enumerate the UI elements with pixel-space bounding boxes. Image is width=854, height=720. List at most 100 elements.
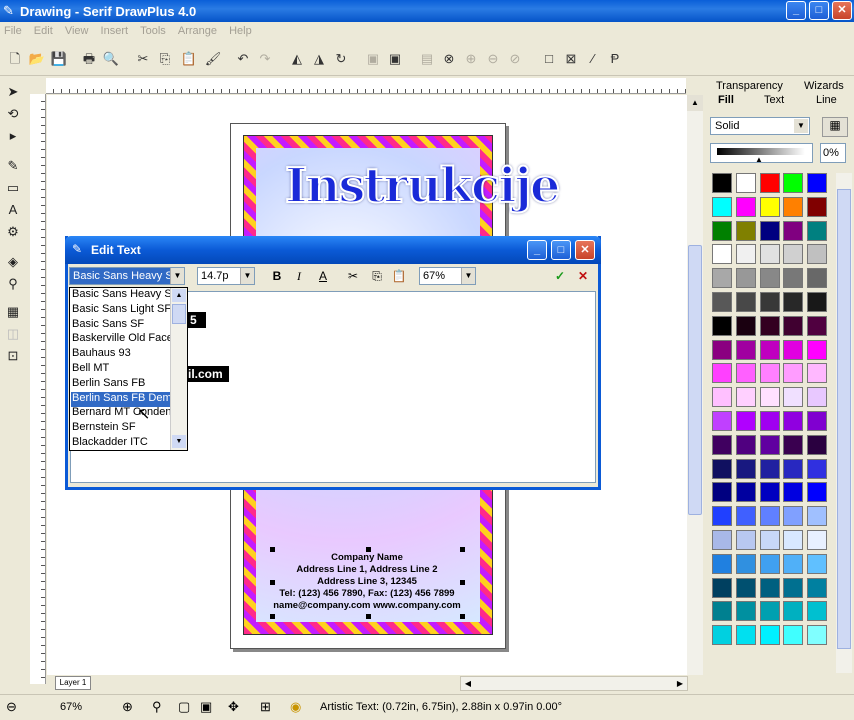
rotate-tool-icon[interactable]: ⟲ [3,104,23,124]
tab-line[interactable]: Line [816,94,837,106]
slider-handle-icon[interactable]: ▲ [755,155,763,164]
color-swatch[interactable] [783,434,804,455]
color-swatch[interactable] [712,482,732,503]
tab-wizards[interactable]: Wizards [804,80,844,92]
font-size-select[interactable]: 14.7p ▼ [197,267,255,285]
ungroup-icon[interactable]: ⊖ [484,50,502,68]
color-swatch[interactable] [783,339,804,360]
italic-icon[interactable]: I [290,267,308,285]
color-swatch[interactable] [783,244,804,265]
color-swatch[interactable] [712,434,732,455]
color-swatch[interactable] [759,244,780,265]
color-swatch[interactable] [807,268,828,289]
flip-vertical-icon[interactable]: ◮ [310,50,328,68]
color-swatch[interactable] [712,577,732,598]
envelope-tool-icon[interactable]: ◫ [3,324,23,344]
color-swatch[interactable] [759,387,780,408]
font-option-selected[interactable]: Berlin Sans FB Demi [71,392,171,407]
color-swatch[interactable] [783,506,804,527]
format-painter-icon[interactable]: 🖌 [204,50,222,68]
color-swatch[interactable] [783,173,804,193]
font-option[interactable]: Baskerville Old Face [71,332,171,347]
color-swatch[interactable] [735,173,756,193]
color-swatch[interactable] [783,529,804,550]
color-swatch[interactable] [712,220,732,241]
color-swatch[interactable] [735,244,756,265]
print-icon[interactable]: 🖶 [80,50,98,68]
font-option[interactable]: Basic Sans Heavy SF [71,288,171,303]
color-swatch[interactable] [712,625,732,646]
selection-handle[interactable] [366,614,371,619]
crop-icon[interactable]: ⊠ [562,50,580,68]
scroll-up-icon[interactable]: ▲ [172,289,186,302]
tint-percent[interactable]: 0% [820,143,846,163]
picture-tool-icon[interactable]: ▦ [3,302,23,322]
paste-icon[interactable]: 📋 [390,267,408,285]
color-swatch[interactable] [807,291,828,312]
color-swatch[interactable] [783,458,804,479]
color-swatch[interactable] [783,625,804,646]
group-icon[interactable]: ⊕ [462,50,480,68]
rectangle-icon[interactable]: □ [540,50,558,68]
color-swatch[interactable] [783,482,804,503]
color-swatch[interactable] [712,291,732,312]
text-path-icon[interactable]: Ᵽ [606,50,624,68]
preview-eye-icon[interactable]: ◉ [290,699,301,715]
font-option[interactable]: Bernstein SF [71,421,171,436]
selection-handle[interactable] [460,614,465,619]
color-swatch[interactable] [712,410,732,431]
color-swatch[interactable] [712,601,732,622]
copy-icon[interactable]: ⎘ [156,50,174,68]
menu-file[interactable]: File [0,22,27,37]
color-swatch[interactable] [783,220,804,241]
align-icon[interactable]: ▤ [418,50,436,68]
color-swatch[interactable] [783,387,804,408]
color-swatch[interactable] [759,458,780,479]
color-swatch[interactable] [712,458,732,479]
paste-icon[interactable]: 📋 [180,50,198,68]
color-swatch[interactable] [759,506,780,527]
selection-handle[interactable] [270,547,275,552]
new-icon[interactable]: 🗋 [6,50,24,68]
dropper-tool-icon[interactable]: ⚲ [3,274,23,294]
address-line[interactable]: Company Name [262,552,472,563]
color-swatch[interactable] [807,506,828,527]
zoom-out-icon[interactable]: ⊖ [6,699,17,715]
ok-check-icon[interactable]: ✓ [551,267,569,285]
menu-insert[interactable]: Insert [97,22,134,37]
scroll-down-icon[interactable]: ▼ [172,435,186,448]
color-swatch[interactable] [759,482,780,503]
address-line[interactable]: Address Line 3, 12345 [262,576,472,587]
text-format-icon[interactable]: A [314,267,332,285]
color-swatch[interactable] [783,363,804,384]
color-swatch[interactable] [783,315,804,336]
font-option[interactable]: Bauhaus 93 [71,347,171,362]
color-swatch[interactable] [807,553,828,574]
color-swatch[interactable] [735,196,756,217]
color-swatch[interactable] [712,506,732,527]
actual-size-icon[interactable]: ▣ [200,699,212,715]
color-swatch[interactable] [807,196,828,217]
zoom-level[interactable]: 67% [60,701,82,713]
color-swatch[interactable] [807,529,828,550]
zoom-tool-icon[interactable]: ⚲ [152,699,162,715]
font-option[interactable]: Berlin Sans FB [71,377,171,392]
layer-tab[interactable]: Layer 1 [55,676,91,690]
color-swatch[interactable] [712,244,732,265]
color-swatch[interactable] [759,529,780,550]
color-swatch[interactable] [735,268,756,289]
tab-transparency[interactable]: Transparency [716,80,783,92]
fit-page-icon[interactable]: ▢ [178,699,190,715]
color-swatch[interactable] [712,553,732,574]
rotate-icon[interactable]: ↻ [332,50,350,68]
palette-menu-icon[interactable]: ▦ [822,117,848,137]
scroll-thumb[interactable] [688,245,702,515]
color-swatch[interactable] [735,529,756,550]
color-swatch[interactable] [807,601,828,622]
canvas-vertical-scrollbar[interactable]: ▲ [687,95,703,675]
color-swatch[interactable] [759,173,780,193]
close-button[interactable]: ✕ [832,1,852,20]
color-swatch[interactable] [759,363,780,384]
pencil-tool-icon[interactable]: ✎ [3,156,23,176]
tab-text[interactable]: Text [764,94,784,106]
